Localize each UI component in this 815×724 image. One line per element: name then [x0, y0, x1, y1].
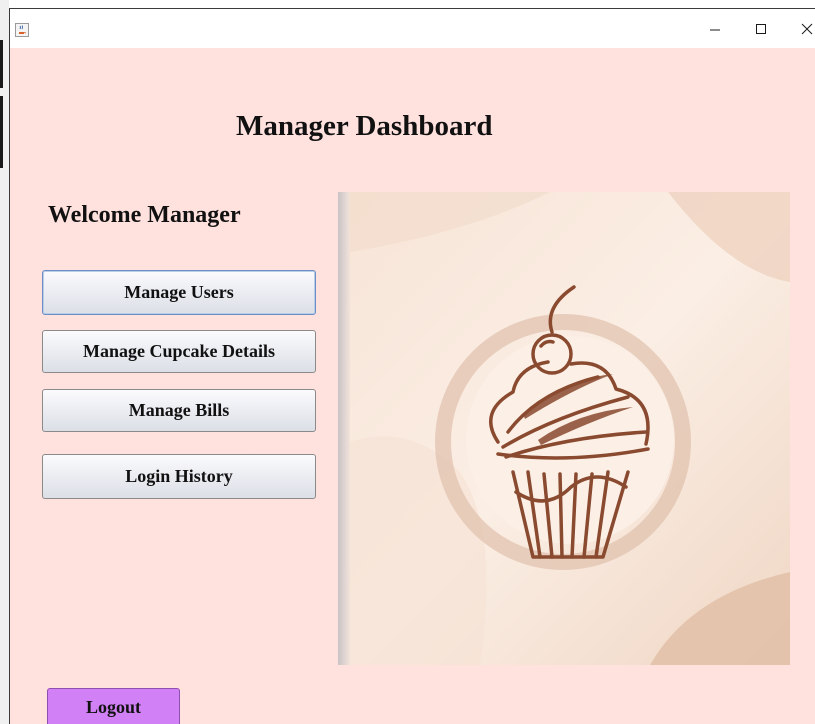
cupcake-image	[338, 192, 790, 665]
minimize-button[interactable]	[692, 9, 738, 48]
cupcake-illustration	[338, 192, 790, 665]
page-title: Manager Dashboard	[236, 110, 493, 142]
manage-bills-button[interactable]: Manage Bills	[42, 389, 316, 432]
close-button[interactable]	[784, 9, 815, 48]
desktop-fragment	[0, 40, 3, 88]
maximize-icon	[756, 23, 766, 34]
logout-button[interactable]: Logout	[47, 688, 180, 724]
java-cup-icon[interactable]	[15, 23, 29, 37]
app-window: Manager Dashboard Welcome Manager Manage…	[9, 8, 815, 724]
manage-cupcake-details-button[interactable]: Manage Cupcake Details	[42, 330, 316, 373]
close-icon	[801, 23, 813, 34]
manage-users-button[interactable]: Manage Users	[42, 270, 316, 315]
welcome-label: Welcome Manager	[48, 202, 241, 228]
minimize-icon	[710, 29, 720, 30]
desktop-fragment	[0, 96, 3, 168]
desktop-background	[0, 0, 9, 724]
title-bar[interactable]	[10, 9, 815, 48]
maximize-button[interactable]	[738, 9, 784, 48]
login-history-button[interactable]: Login History	[42, 454, 316, 499]
dashboard-content: Manager Dashboard Welcome Manager Manage…	[10, 48, 815, 724]
